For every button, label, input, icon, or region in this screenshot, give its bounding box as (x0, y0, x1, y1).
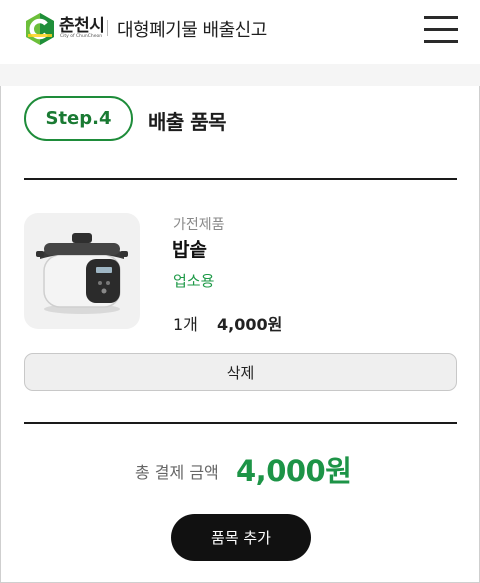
step-badge: Step.4 (24, 96, 133, 141)
item-quantity: 1개 (173, 315, 198, 334)
total-amount: 4,000원 (236, 454, 352, 488)
logo-subtitle: City of ChunCheon (60, 34, 103, 39)
logo-name: 춘천시 (59, 16, 105, 36)
item-price: 4,000원 (217, 315, 283, 334)
delete-button[interactable]: 삭제 (24, 353, 457, 391)
service-title: 대형폐기물 배출신고 (117, 20, 267, 41)
menu-line (424, 16, 458, 19)
pressure-rice-cooker-icon (36, 233, 128, 314)
item-name: 밥솥 (172, 239, 207, 261)
header-band (0, 64, 480, 86)
total-label: 총 결제 금액 (135, 463, 219, 482)
item-image (24, 213, 140, 329)
app-header: 춘천시 City of ChunCheon 대형폐기물 배출신고 (0, 0, 480, 64)
item-category: 가전제품 (173, 217, 225, 233)
chuncheon-logo-icon[interactable] (25, 12, 55, 46)
item-use-type: 업소용 (173, 272, 215, 290)
section-divider-top (24, 178, 457, 180)
step-title: 배출 품목 (148, 110, 227, 134)
hamburger-menu-icon[interactable] (424, 16, 458, 44)
section-divider-bottom (24, 422, 457, 424)
add-item-button[interactable]: 품목 추가 (171, 514, 311, 561)
menu-line (424, 40, 458, 43)
header-divider (107, 20, 108, 36)
menu-line (424, 28, 458, 31)
